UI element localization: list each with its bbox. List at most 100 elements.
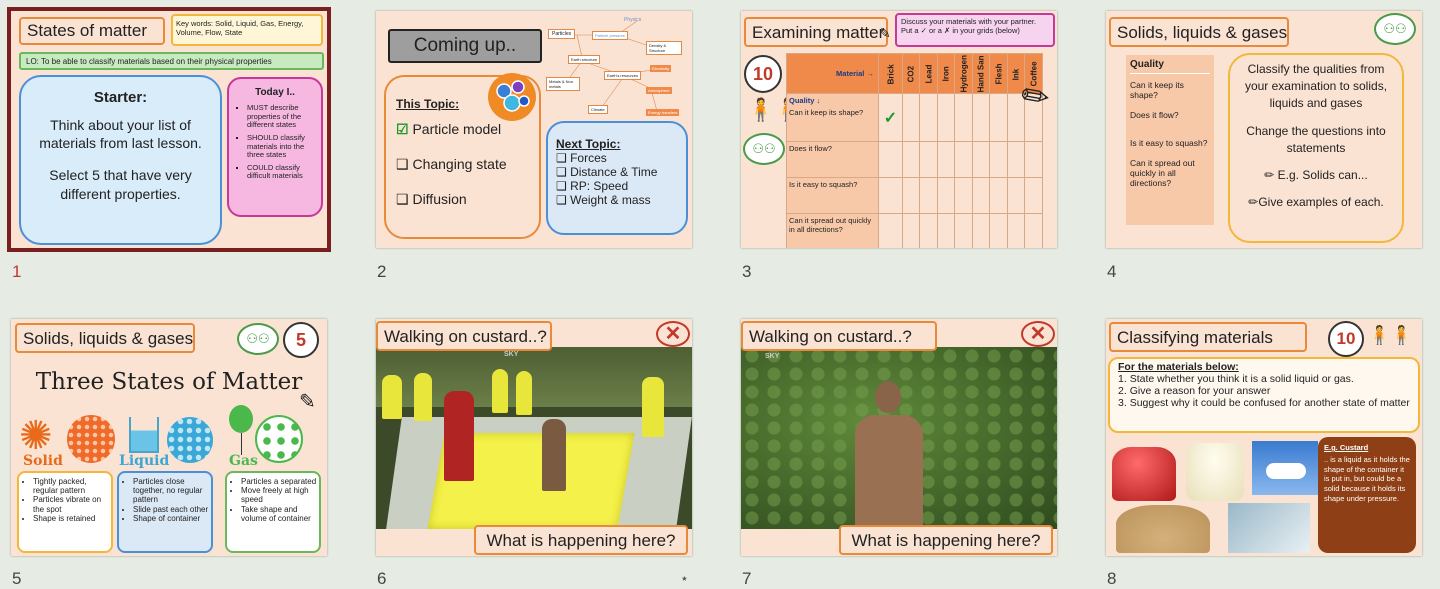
grid-cell[interactable] bbox=[971, 213, 991, 248]
grid-cell[interactable] bbox=[919, 213, 938, 248]
starter-box: Starter: Think about your list of materi… bbox=[19, 75, 222, 245]
grid-cell[interactable] bbox=[1006, 177, 1026, 215]
topic-item: ❑ Changing state bbox=[396, 156, 507, 172]
discuss-bubble-icon: ⚇⚇ bbox=[1374, 13, 1416, 45]
timer-icon: 10 bbox=[1328, 321, 1364, 357]
slide-thumbnail-6[interactable]: SKY Walking on custard..? ✕ What is happ… bbox=[376, 319, 692, 556]
map-node: Particles bbox=[548, 29, 576, 39]
pencil-icon: ✏ bbox=[1264, 167, 1275, 182]
grid-cell[interactable] bbox=[989, 93, 1008, 143]
liquid-particles-icon bbox=[167, 417, 213, 463]
map-node: Density & Structure bbox=[646, 41, 682, 55]
custard-walker-photo: SKY bbox=[741, 347, 1057, 529]
grid-cell[interactable] bbox=[936, 93, 956, 143]
slide-thumbnail-8[interactable]: Classifying materials 10 🧍🧍 For the mate… bbox=[1106, 319, 1422, 556]
checkbox-icon: ❑ bbox=[396, 191, 409, 207]
today-item: MUST describe properties of the differen… bbox=[247, 103, 315, 130]
map-node: Earth's resources bbox=[604, 71, 641, 80]
grid-cell[interactable] bbox=[919, 177, 938, 215]
topic-item: ☑ Particle model bbox=[396, 121, 502, 137]
grid-cell[interactable] bbox=[989, 141, 1008, 179]
grid-cell[interactable] bbox=[954, 93, 973, 143]
quality-heading: Quality bbox=[1130, 59, 1210, 74]
slide-thumbnail-2[interactable]: Coming up.. This Topic: ☑ Particle model… bbox=[376, 11, 692, 248]
pencil-icon: ✏ bbox=[1248, 194, 1259, 209]
example-text: .. is a liquid as it holds the shape of … bbox=[1324, 454, 1410, 503]
instructions-box: For the materials below: 1. State whethe… bbox=[1108, 357, 1420, 433]
quality-item: Can it keep its shape? bbox=[1130, 80, 1184, 100]
pencil-icon: ✎ bbox=[299, 391, 316, 413]
grid-cell[interactable] bbox=[936, 177, 956, 215]
sand-image bbox=[1116, 505, 1210, 553]
grid-cell[interactable] bbox=[878, 141, 903, 179]
material-col: Iron bbox=[937, 53, 955, 94]
transition-star-icon[interactable]: ⋆ bbox=[680, 570, 689, 587]
grid-cell[interactable] bbox=[971, 141, 991, 179]
grid-cell[interactable] bbox=[901, 93, 921, 143]
map-node: Particle pressure bbox=[592, 31, 629, 40]
grid-cell[interactable] bbox=[936, 141, 956, 179]
slide-title: Solids, liquids & gases bbox=[15, 323, 195, 353]
examination-grid: Material → Brick CO2 Lead Iron Hydrogen … bbox=[786, 52, 1043, 248]
balloon-string bbox=[241, 433, 242, 455]
slide-thumbnail-5[interactable]: Solids, liquids & gases ⚇⚇ 5 Three State… bbox=[11, 319, 327, 556]
grid-cell[interactable] bbox=[901, 141, 921, 179]
question-cell: Is it easy to squash? bbox=[786, 177, 879, 215]
presenter-red-jacket bbox=[444, 391, 474, 481]
instruction-step: 2. Give a reason for your answer bbox=[1118, 385, 1271, 397]
slide-thumbnail-1[interactable]: States of matter Key words: Solid, Liqui… bbox=[7, 7, 331, 252]
example-title: E.g. Custard bbox=[1324, 443, 1369, 452]
grid-cell[interactable] bbox=[1024, 213, 1043, 248]
spectator bbox=[642, 377, 664, 437]
quality-item: Is it easy to squash? bbox=[1130, 138, 1208, 148]
next-topic-item: ❑ RP: Speed bbox=[556, 179, 629, 193]
three-states-heading: Three States of Matter bbox=[35, 369, 303, 395]
map-node: Climate bbox=[588, 105, 608, 114]
grid-cell[interactable] bbox=[878, 177, 903, 215]
checkbox-icon: ❑ bbox=[396, 156, 409, 172]
next-topic-item: ❑ Weight & mass bbox=[556, 193, 651, 207]
slide-title: States of matter bbox=[19, 17, 165, 45]
question-cell: Quality ↓ Can it keep its shape? bbox=[786, 93, 879, 143]
slide-title: Examining matter bbox=[744, 17, 888, 47]
grid-cell[interactable] bbox=[901, 177, 921, 215]
cloud-image bbox=[1252, 441, 1318, 495]
grid-cell[interactable] bbox=[1024, 141, 1043, 179]
grid-cell[interactable] bbox=[1006, 141, 1026, 179]
grid-cell[interactable] bbox=[878, 213, 903, 248]
grid-cell[interactable] bbox=[989, 177, 1008, 215]
slide-number-4: 4 bbox=[1107, 262, 1117, 281]
material-col: Hand San bbox=[972, 53, 990, 94]
slide-thumbnail-7[interactable]: SKY Walking on custard..? ✕ What is happ… bbox=[741, 319, 1057, 556]
spectator bbox=[492, 369, 508, 413]
grid-cell[interactable] bbox=[971, 177, 991, 215]
grid-cell[interactable] bbox=[901, 213, 921, 248]
grid-cell[interactable] bbox=[919, 141, 938, 179]
grid-cell[interactable] bbox=[971, 93, 991, 143]
spectator bbox=[516, 371, 532, 415]
topic-map-diagram: Physics Particles Particle pressure Dens… bbox=[542, 13, 692, 117]
yogurt-image bbox=[1186, 443, 1244, 501]
slide-thumbnail-4[interactable]: Solids, liquids & gases ⚇⚇ Quality Can i… bbox=[1106, 11, 1422, 248]
grid-cell[interactable]: ✓ bbox=[878, 93, 903, 143]
today-box: Today I.. MUST describe properties of th… bbox=[227, 77, 323, 217]
pair-work-icon: 🧍🧍 bbox=[1368, 325, 1413, 345]
state-name: Gas bbox=[229, 453, 258, 469]
grid-cell[interactable] bbox=[1024, 177, 1043, 215]
slide-thumbnail-3[interactable]: Examining matter ✎ Discuss your material… bbox=[741, 11, 1057, 248]
task-example: ✏Give examples of each. bbox=[1248, 194, 1384, 209]
quality-item: Does it flow? bbox=[1130, 110, 1179, 120]
grid-cell[interactable] bbox=[919, 93, 938, 143]
slide-title: Solids, liquids & gases bbox=[1109, 17, 1289, 47]
grid-cell[interactable] bbox=[954, 177, 973, 215]
grid-cell[interactable] bbox=[989, 213, 1008, 248]
material-col: Brick bbox=[878, 53, 903, 94]
grid-cell[interactable] bbox=[954, 213, 973, 248]
pencil-icon: ✏ bbox=[1017, 75, 1053, 119]
grid-cell[interactable] bbox=[954, 141, 973, 179]
task-box: Classify the qualities from your examina… bbox=[1228, 53, 1404, 243]
instruction-step: 1. State whether you think it is a solid… bbox=[1118, 373, 1354, 385]
question-cell: Can it spread out quickly in all directi… bbox=[786, 213, 879, 248]
grid-cell[interactable] bbox=[1006, 213, 1026, 248]
grid-cell[interactable] bbox=[936, 213, 956, 248]
